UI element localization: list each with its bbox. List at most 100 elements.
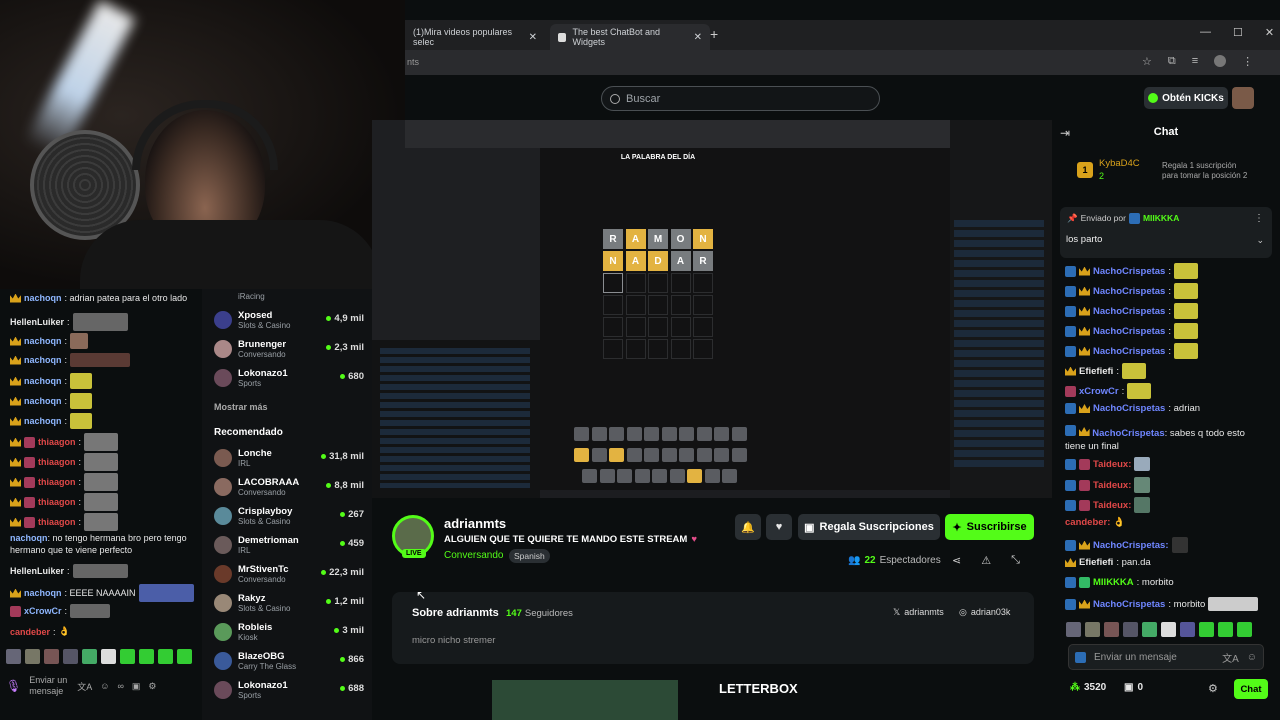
- emote-icon[interactable]: [25, 649, 40, 664]
- new-tab-button[interactable]: +: [710, 26, 718, 42]
- emote-icon[interactable]: [1199, 622, 1214, 637]
- keyboard-key[interactable]: [669, 469, 685, 483]
- stream-category[interactable]: Conversando: [444, 550, 503, 561]
- left-chat-input[interactable]: 🎙 Enviar un mensaje 文A ☺ ∞ ▣ ⚙: [6, 671, 200, 701]
- chat-username[interactable]: xCrowCr: [1079, 386, 1119, 397]
- emote-icon[interactable]: [1123, 622, 1138, 637]
- get-kicks-button[interactable]: Obtén KICKs: [1144, 87, 1228, 109]
- more-icon[interactable]: ⋮: [1254, 213, 1264, 224]
- keyboard-key[interactable]: [714, 448, 729, 462]
- channel-item[interactable]: Lokonazo1 Sports 680: [214, 364, 364, 392]
- recommended-channel-item[interactable]: BlazeOBG Carry The Glass 866: [214, 647, 364, 675]
- redeem-counter[interactable]: ▣ 0: [1124, 682, 1143, 693]
- emoji-icon[interactable]: ☺: [1247, 652, 1257, 663]
- keyboard-key[interactable]: [714, 427, 729, 441]
- chat-username[interactable]: NachoCrispetas: [1093, 326, 1165, 337]
- chat-input[interactable]: Enviar un mensaje 文A ☺: [1068, 644, 1264, 670]
- subscribe-button[interactable]: ✦ Suscribirse: [945, 514, 1034, 540]
- keyboard-key[interactable]: [574, 427, 589, 441]
- chat-username[interactable]: Efiefiefi: [1079, 557, 1113, 568]
- translate-icon[interactable]: 文A: [77, 680, 92, 693]
- emote-icon[interactable]: [6, 649, 21, 664]
- chat-username[interactable]: Taideux:: [1093, 500, 1131, 511]
- chat-username[interactable]: NachoCrispetas: [1093, 286, 1165, 297]
- chat-username[interactable]: NachoCrispetas:: [1093, 540, 1169, 551]
- keyboard-key[interactable]: [644, 427, 659, 441]
- chat-username[interactable]: MIIKKKA: [1093, 577, 1134, 588]
- chat-username[interactable]: NachoCrispetas: [1092, 428, 1164, 439]
- channel-name[interactable]: adrianmts: [444, 516, 506, 531]
- keyboard-key[interactable]: [661, 448, 677, 462]
- keyboard-key[interactable]: [609, 448, 624, 462]
- language-tag[interactable]: Spanish: [509, 549, 550, 563]
- gift-subs-button[interactable]: ▣ Regala Suscripciones: [798, 514, 940, 540]
- minimize-icon[interactable]: —: [1200, 26, 1211, 39]
- emote-icon[interactable]: [1085, 622, 1100, 637]
- emote-icon[interactable]: [177, 649, 192, 664]
- chat-username[interactable]: nachoqn: [24, 416, 62, 426]
- chevron-down-icon[interactable]: ⌄: [1256, 235, 1264, 246]
- mic-icon[interactable]: 🎙: [6, 679, 21, 693]
- chat-username[interactable]: thiaagon: [38, 517, 76, 527]
- chat-username[interactable]: NachoCrispetas: [1093, 346, 1165, 357]
- keyboard-key[interactable]: [609, 427, 624, 441]
- keyboard-key[interactable]: [617, 469, 632, 483]
- wordle-game[interactable]: LA PALABRA DEL DÍA RAMONNADAR: [540, 148, 950, 490]
- notification-bell-button[interactable]: 🔔: [735, 514, 761, 540]
- user-avatar[interactable]: [1232, 87, 1254, 109]
- recommended-channel-item[interactable]: Lokonazo1 Sports 688: [214, 676, 364, 704]
- x-social-link[interactable]: 𝕏adrianmts: [893, 607, 944, 618]
- share-icon[interactable]: ∞: [117, 681, 123, 691]
- emote-icon[interactable]: [82, 649, 97, 664]
- chat-settings-icon[interactable]: ⚙: [1208, 682, 1218, 695]
- emote-icon[interactable]: [139, 649, 154, 664]
- close-window-icon[interactable]: ✕: [1265, 26, 1274, 39]
- recommended-channel-item[interactable]: Rakyz Slots & Casino 1,2 mil: [214, 589, 364, 617]
- extensions-icon[interactable]: ⧉: [1168, 55, 1176, 68]
- chat-username[interactable]: NachoCrispetas: [1093, 266, 1165, 277]
- recommended-channel-item[interactable]: Lonche IRL 31,8 mil: [214, 444, 364, 472]
- top-gifter-name[interactable]: KybaD4C: [1099, 158, 1140, 169]
- keyboard-key[interactable]: [679, 448, 694, 462]
- follow-button[interactable]: ♥: [766, 514, 792, 540]
- emote-icon[interactable]: [1104, 622, 1119, 637]
- chat-username[interactable]: nachoqn: [24, 355, 62, 365]
- send-chat-button[interactable]: Chat: [1234, 679, 1268, 699]
- emote-icon[interactable]: [1161, 622, 1176, 637]
- emote-icon[interactable]: [1218, 622, 1233, 637]
- address-bar[interactable]: nts ☆ ⧉ ≡ ⋮: [405, 50, 1280, 75]
- chat-username[interactable]: thiaagon: [38, 497, 76, 507]
- keyboard-key[interactable]: [574, 448, 589, 462]
- keyboard-key[interactable]: [652, 469, 667, 483]
- chat-username[interactable]: Taideux:: [1093, 480, 1131, 491]
- emote-icon[interactable]: [120, 649, 135, 664]
- channel-item[interactable]: Brunenger Conversando 2,3 mil: [214, 335, 364, 363]
- keyboard-key[interactable]: [634, 469, 650, 483]
- keyboard-key[interactable]: [626, 427, 642, 441]
- chat-username[interactable]: nachoqn: [24, 293, 62, 303]
- share-icon[interactable]: ⋖: [952, 554, 961, 567]
- pinned-message[interactable]: 📌 Enviado por MIIKKKA los parto ⋮ ⌄: [1060, 207, 1272, 258]
- keyboard-key[interactable]: [731, 427, 747, 441]
- maximize-icon[interactable]: ☐: [1233, 26, 1243, 39]
- clip-icon[interactable]: ⤡: [1011, 554, 1020, 567]
- chat-username[interactable]: Efiefiefi: [1079, 366, 1113, 377]
- chat-username[interactable]: NachoCrispetas: [1093, 599, 1165, 610]
- emote-icon[interactable]: [1237, 622, 1252, 637]
- chat-username[interactable]: thiaagon: [38, 477, 76, 487]
- chat-username[interactable]: nachoqn: [10, 533, 48, 543]
- keyboard-key[interactable]: [731, 448, 747, 462]
- chat-username[interactable]: nachoqn: [24, 376, 62, 386]
- keyboard-key[interactable]: [599, 469, 615, 483]
- keyboard-key[interactable]: [582, 469, 597, 483]
- keyboard-key[interactable]: [626, 448, 642, 462]
- chat-username[interactable]: HellenLuiker: [10, 566, 64, 576]
- keyboard-key[interactable]: [722, 469, 737, 483]
- emote-icon[interactable]: [44, 649, 59, 664]
- emote-icon[interactable]: [158, 649, 173, 664]
- keyboard-key[interactable]: [687, 469, 702, 483]
- close-icon[interactable]: ✕: [529, 32, 537, 43]
- emote-icon[interactable]: [63, 649, 78, 664]
- keyboard-key[interactable]: [679, 427, 694, 441]
- instagram-social-link[interactable]: ◎ adrian03k: [959, 607, 1010, 618]
